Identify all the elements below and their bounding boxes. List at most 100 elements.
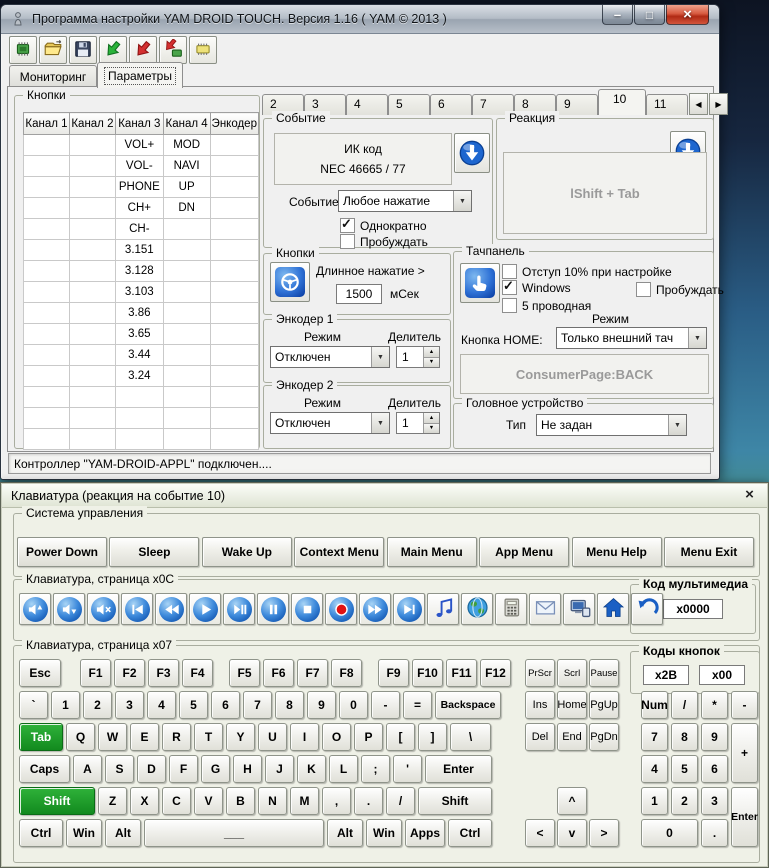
key-Num[interactable]: Num	[641, 691, 668, 719]
mute-button[interactable]	[87, 593, 119, 625]
key-_[interactable]: *	[701, 691, 728, 719]
encoder1-divider-spinner[interactable]: 1	[396, 346, 440, 368]
table-cell[interactable]: CH-	[115, 219, 163, 240]
save-button[interactable]	[69, 36, 97, 64]
event-assign-button[interactable]	[454, 133, 490, 173]
key-Enter[interactable]: Enter	[425, 755, 492, 783]
key-7[interactable]: 7	[243, 691, 272, 719]
head-unit-type-combo[interactable]: Не задан	[536, 414, 687, 436]
key-5[interactable]: 5	[179, 691, 208, 719]
play-button[interactable]	[189, 593, 221, 625]
column-header[interactable]: Канал 2	[69, 113, 115, 135]
table-cell[interactable]	[210, 261, 258, 282]
chip-yellow-button[interactable]	[189, 36, 217, 64]
key-___[interactable]: ___	[144, 819, 324, 847]
table-cell[interactable]: VOL+	[115, 135, 163, 156]
folder-open-button[interactable]	[39, 36, 67, 64]
key-Shift[interactable]: Shift	[19, 787, 95, 815]
table-cell[interactable]	[24, 324, 70, 345]
power-down-button[interactable]: Power Down	[17, 537, 107, 567]
key-D[interactable]: D	[137, 755, 166, 783]
table-cell[interactable]: 3.151	[115, 240, 163, 261]
table-cell[interactable]	[24, 303, 70, 324]
main-menu-button[interactable]: Main Menu	[387, 537, 477, 567]
key-P[interactable]: P	[354, 723, 383, 751]
chip-flash-button[interactable]	[159, 36, 187, 64]
table-cell[interactable]	[210, 324, 258, 345]
table-cell[interactable]: 3.103	[115, 282, 163, 303]
key-_[interactable]: -	[371, 691, 400, 719]
tab-scroll-left-button[interactable]: ◀	[689, 93, 708, 115]
table-cell[interactable]	[69, 135, 115, 156]
key-5[interactable]: 5	[671, 755, 698, 783]
table-cell[interactable]: MOD	[163, 135, 210, 156]
arrow-red-button[interactable]	[129, 36, 157, 64]
table-cell[interactable]	[69, 387, 115, 408]
key-F9[interactable]: F9	[378, 659, 409, 687]
next-track-button[interactable]	[393, 593, 425, 625]
table-cell[interactable]	[210, 408, 258, 429]
fast-forward-button[interactable]	[359, 593, 391, 625]
key-Alt[interactable]: Alt	[105, 819, 141, 847]
key-F6[interactable]: F6	[263, 659, 294, 687]
table-cell[interactable]	[163, 240, 210, 261]
key-6[interactable]: 6	[701, 755, 728, 783]
event-tab-11[interactable]: 11	[646, 94, 688, 115]
key-Home[interactable]: Home	[557, 691, 587, 719]
pause-button[interactable]	[257, 593, 289, 625]
key-_[interactable]: \	[450, 723, 491, 751]
wake-up-button[interactable]: Wake Up	[202, 537, 292, 567]
table-cell[interactable]	[69, 345, 115, 366]
table-cell[interactable]	[69, 219, 115, 240]
table-cell[interactable]	[24, 177, 70, 198]
key-_[interactable]: >	[589, 819, 619, 847]
chevron-down-icon[interactable]	[371, 413, 389, 433]
media-code-input[interactable]	[663, 599, 723, 619]
event-tab-4[interactable]: 4	[346, 94, 388, 115]
close-button[interactable]	[666, 5, 709, 25]
key-2[interactable]: 2	[83, 691, 112, 719]
table-cell[interactable]: 3.86	[115, 303, 163, 324]
table-cell[interactable]	[210, 303, 258, 324]
spin-up-icon[interactable]	[424, 413, 439, 424]
key-_[interactable]: [	[386, 723, 415, 751]
table-cell[interactable]	[69, 261, 115, 282]
key-1[interactable]: 1	[51, 691, 80, 719]
five-wire-checkbox[interactable]: 5 проводная	[502, 298, 591, 313]
event-tab-9[interactable]: 9	[556, 94, 598, 115]
table-cell[interactable]	[210, 282, 258, 303]
key-code-input-1[interactable]	[643, 665, 689, 685]
key-F7[interactable]: F7	[297, 659, 328, 687]
key-2[interactable]: 2	[671, 787, 698, 815]
tab-monitoring[interactable]: Мониторинг	[9, 65, 97, 87]
table-cell[interactable]	[210, 366, 258, 387]
home-button[interactable]	[597, 593, 629, 625]
table-cell[interactable]	[210, 156, 258, 177]
key-E[interactable]: E	[130, 723, 159, 751]
key-0[interactable]: 0	[641, 819, 698, 847]
key-F12[interactable]: F12	[480, 659, 511, 687]
key-A[interactable]: A	[73, 755, 102, 783]
menu-exit-button[interactable]: Menu Exit	[664, 537, 754, 567]
key-PgUp[interactable]: PgUp	[589, 691, 619, 719]
table-cell[interactable]	[24, 135, 70, 156]
key-I[interactable]: I	[290, 723, 319, 751]
table-cell[interactable]	[210, 177, 258, 198]
key-R[interactable]: R	[162, 723, 191, 751]
table-cell[interactable]: NAVI	[163, 156, 210, 177]
volume-down-button[interactable]	[53, 593, 85, 625]
long-press-input[interactable]	[336, 284, 382, 304]
column-header[interactable]: Канал 4	[163, 113, 210, 135]
table-cell[interactable]	[24, 408, 70, 429]
table-cell[interactable]: 3.24	[115, 366, 163, 387]
play-pause-button[interactable]	[223, 593, 255, 625]
key-8[interactable]: 8	[671, 723, 698, 751]
key-V[interactable]: V	[194, 787, 223, 815]
table-cell[interactable]: UP	[163, 177, 210, 198]
table-cell[interactable]	[163, 219, 210, 240]
menu-help-button[interactable]: Menu Help	[572, 537, 662, 567]
key-F[interactable]: F	[169, 755, 198, 783]
calculator-button[interactable]	[495, 593, 527, 625]
table-cell[interactable]	[115, 429, 163, 450]
table-cell[interactable]: CH+	[115, 198, 163, 219]
